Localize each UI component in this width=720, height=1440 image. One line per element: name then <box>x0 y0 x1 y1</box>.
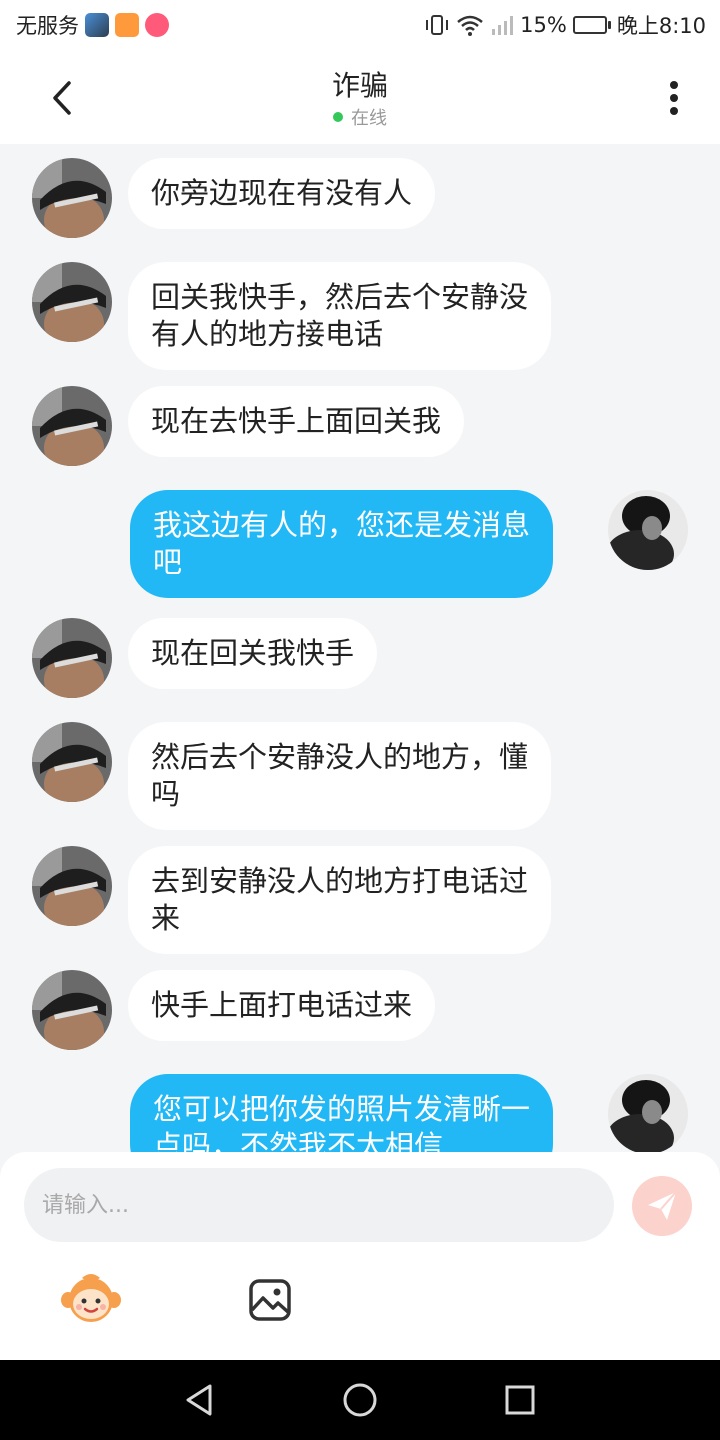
online-status-text: 在线 <box>351 108 387 129</box>
message-input[interactable] <box>24 1168 614 1242</box>
emoji-button[interactable] <box>60 1272 122 1324</box>
wifi-icon <box>457 15 483 36</box>
online-dot-icon <box>333 112 343 122</box>
signal-icon <box>492 16 514 35</box>
send-button[interactable] <box>632 1176 692 1236</box>
battery-percent: 15% <box>520 13 567 37</box>
nav-back-icon <box>186 1384 212 1416</box>
vibrate-icon <box>426 15 449 35</box>
video-app-icon <box>115 13 139 37</box>
carrier-text: 无服务 <box>16 14 79 38</box>
message-text: 现在去快手上面回关我 <box>151 404 442 438</box>
nav-home-icon <box>343 1383 377 1417</box>
message-text: 去到安静没人的地方打电话过 <box>151 864 529 898</box>
nav-recent-icon <box>505 1385 535 1415</box>
incoming-message-bubble[interactable]: 回关我快手，然后去个安静没 有人的地方接电话 <box>128 262 552 370</box>
message-text: 您可以把你发的照片发清晰一 <box>153 1092 531 1126</box>
message-text: 我这边有人的，您还是发消息 <box>153 508 531 542</box>
message-text: 你旁边现在有没有人 <box>151 176 413 210</box>
chat-header: 诈骗 在线 <box>0 50 720 144</box>
outgoing-message-bubble[interactable]: 您可以把你发的照片发清晰一 点吗，不然我不太相信 <box>130 1074 554 1152</box>
my-avatar[interactable] <box>608 490 688 570</box>
message-text: 现在回关我快手 <box>151 636 355 670</box>
outgoing-message-bubble[interactable]: 我这边有人的，您还是发消息 吧 <box>130 490 554 598</box>
input-panel <box>0 1152 720 1360</box>
message-text: 吧 <box>153 545 183 579</box>
my-avatar[interactable] <box>608 1074 688 1152</box>
contact-avatar[interactable] <box>32 386 112 466</box>
battery-icon <box>572 16 611 34</box>
incoming-message-bubble[interactable]: 去到安静没人的地方打电话过 来 <box>128 846 552 954</box>
chat-screen: 无服务 15% 晚上8:10 诈骗 在线 你旁边现在有没有人 回关我快手，然后去… <box>0 0 720 1440</box>
send-icon <box>648 1191 677 1220</box>
monkey-emoji-icon <box>61 1274 121 1322</box>
message-list[interactable]: 你旁边现在有没有人 回关我快手，然后去个安静没 有人的地方接电话 现在去快手上面… <box>0 144 720 1152</box>
system-nav-bar <box>0 1360 720 1440</box>
contact-avatar[interactable] <box>32 262 112 342</box>
nav-back-button[interactable] <box>180 1380 220 1420</box>
nav-home-button[interactable] <box>340 1380 380 1420</box>
contact-avatar[interactable] <box>32 846 112 926</box>
incoming-message-bubble[interactable]: 现在去快手上面回关我 <box>128 386 465 457</box>
incoming-message-bubble[interactable]: 然后去个安静没人的地方，懂 吗 <box>128 722 552 830</box>
incoming-message-bubble[interactable]: 现在回关我快手 <box>128 618 378 689</box>
online-status: 在线 <box>0 104 720 130</box>
message-text: 然后去个安静没人的地方，懂 <box>151 740 529 774</box>
contact-avatar[interactable] <box>32 158 112 238</box>
clock: 晚上8:10 <box>616 14 706 38</box>
contact-avatar[interactable] <box>32 970 112 1050</box>
nav-recent-button[interactable] <box>500 1380 540 1420</box>
contact-avatar[interactable] <box>32 722 112 802</box>
message-text: 来 <box>151 901 181 935</box>
contact-name: 诈骗 <box>331 69 388 102</box>
status-bar: 无服务 15% 晚上8:10 <box>0 0 720 50</box>
more-options-button[interactable] <box>652 76 696 120</box>
message-text: 回关我快手，然后去个安静没 <box>151 280 529 314</box>
game-app-icon <box>145 13 169 37</box>
image-button[interactable] <box>246 1276 294 1324</box>
incoming-message-bubble[interactable]: 你旁边现在有没有人 <box>128 158 436 229</box>
gallery-app-icon <box>85 13 109 37</box>
image-icon <box>249 1279 291 1321</box>
message-text: 点吗，不然我不太相信 <box>153 1129 444 1152</box>
incoming-message-bubble[interactable]: 快手上面打电话过来 <box>128 970 436 1041</box>
message-text: 有人的地方接电话 <box>151 317 384 351</box>
contact-avatar[interactable] <box>32 618 112 698</box>
message-text: 吗 <box>151 777 181 811</box>
more-vertical-icon <box>670 81 678 115</box>
message-text: 快手上面打电话过来 <box>151 988 413 1022</box>
